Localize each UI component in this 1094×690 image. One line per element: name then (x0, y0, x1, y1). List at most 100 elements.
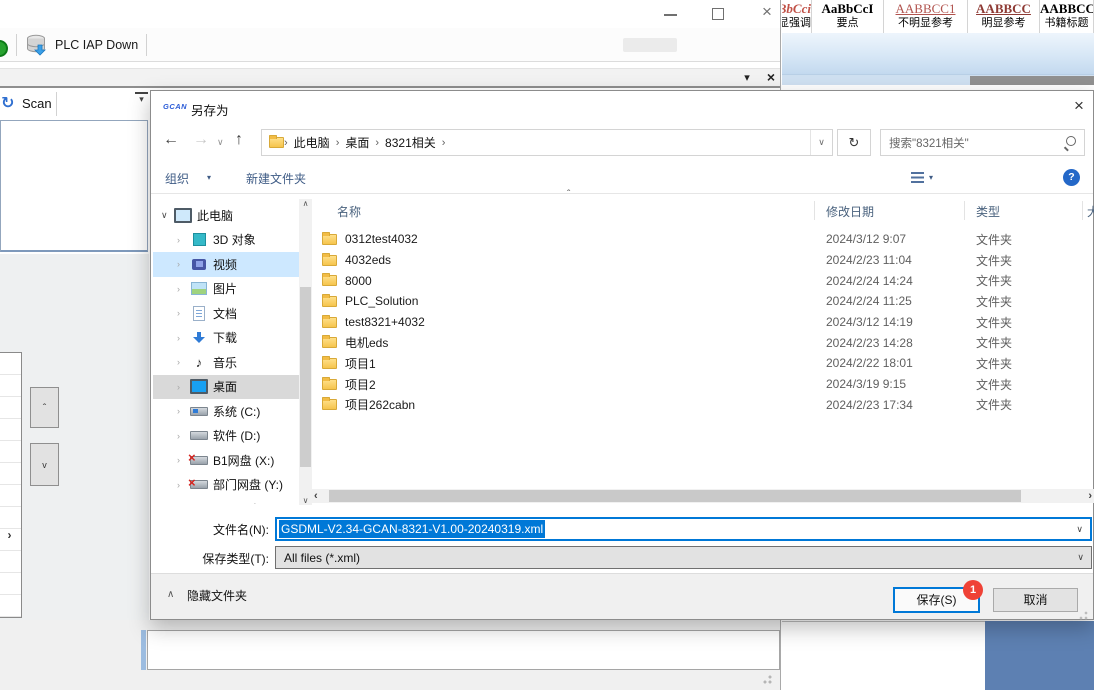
style-gallery-item[interactable]: AABBCC1不明显参考 (884, 0, 968, 33)
resize-grip[interactable] (762, 672, 776, 684)
breadcrumb[interactable]: ›此电脑›桌面›8321相关›∨ (261, 129, 833, 156)
style-gallery-item[interactable]: AaBbCcI要点 (812, 0, 884, 33)
close-icon[interactable]: × (757, 1, 777, 23)
tree-item[interactable]: ›软件 (D:) (153, 424, 299, 449)
panel-dropdown-icon[interactable] (740, 70, 754, 84)
tree-item[interactable]: ›公司网盘 (Z:) (153, 497, 299, 504)
column-separator[interactable] (814, 201, 815, 220)
plc-iap-down-label: PLC IAP Down (55, 38, 138, 52)
toolbar-overflow-icon[interactable] (135, 92, 148, 108)
refresh-icon[interactable]: ↻ (837, 129, 871, 156)
scroll-right-icon[interactable]: › (1088, 490, 1092, 502)
partial-data-table[interactable] (0, 352, 22, 618)
column-separator[interactable] (1082, 201, 1083, 220)
file-row[interactable]: 项目262cabn2024/2/23 17:34文件夹 (312, 395, 1094, 416)
view-options-button[interactable]: ▾ (911, 172, 933, 183)
file-row[interactable]: 4032eds2024/2/23 11:04文件夹 (312, 250, 1094, 271)
tree-chevron-icon[interactable]: › (177, 259, 190, 269)
tree-chevron-icon[interactable]: › (177, 431, 190, 441)
minimize-icon[interactable] (664, 14, 677, 16)
dialog-close-icon[interactable]: × (1067, 94, 1091, 118)
new-folder-button[interactable]: 新建文件夹 (246, 170, 306, 187)
file-row[interactable]: PLC_Solution2024/2/24 11:25文件夹 (312, 291, 1094, 312)
file-row[interactable]: 电机eds2024/2/23 14:28文件夹 (312, 332, 1094, 353)
device-list-box[interactable] (0, 120, 148, 252)
file-row[interactable]: 项目22024/3/19 9:15文件夹 (312, 374, 1094, 395)
chevron-down-icon[interactable]: ∨ (1076, 524, 1090, 535)
tree-chevron-icon[interactable]: › (177, 357, 190, 367)
word-ribbon-scrollbar[interactable] (782, 74, 1094, 85)
breadcrumb-dropdown-icon[interactable]: ∨ (810, 130, 832, 155)
filename-input[interactable]: GSDML-V2.34-GCAN-8321-V1.00-20240319.xml… (275, 517, 1092, 541)
log-text-area[interactable] (147, 630, 780, 670)
search-placeholder: 搜索"8321相关" (889, 135, 1063, 151)
dock-panel-header (0, 68, 780, 88)
organize-button[interactable]: 组织 (165, 170, 189, 187)
file-name: 项目262cabn (345, 396, 415, 413)
plc-iap-down-button[interactable]: PLC IAP Down (22, 31, 144, 59)
scroll-up-icon[interactable]: ∧ (299, 199, 312, 208)
scrollbar-thumb[interactable] (970, 76, 1094, 85)
tree-chevron-icon[interactable]: ∨ (161, 210, 174, 221)
hide-folders-button[interactable]: 隐藏文件夹 (187, 587, 247, 604)
tree-chevron-icon[interactable]: › (177, 284, 190, 294)
scroll-down-icon[interactable]: ∨ (299, 496, 312, 505)
scrollbar-thumb[interactable] (300, 287, 311, 467)
organize-dropdown-icon[interactable]: ▾ (207, 173, 211, 182)
file-row[interactable]: test8321+40322024/3/12 14:19文件夹 (312, 312, 1094, 333)
file-row[interactable]: 0312test40322024/3/12 9:07文件夹 (312, 229, 1094, 250)
tree-chevron-icon[interactable]: › (177, 308, 190, 318)
back-icon[interactable]: ← (163, 131, 179, 149)
collapse-chevron-icon[interactable]: ∧ (167, 589, 174, 600)
column-header-date[interactable]: 修改日期 (826, 203, 874, 220)
breadcrumb-item[interactable]: 此电脑 (288, 134, 336, 151)
tree-item[interactable]: ›图片 (153, 277, 299, 302)
filetype-select[interactable]: All files (*.xml) ∨ (275, 546, 1092, 569)
tree-chevron-icon[interactable]: › (177, 382, 190, 392)
panel-close-icon[interactable] (764, 69, 778, 85)
file-date: 2024/2/23 11:04 (826, 253, 912, 267)
column-separator[interactable] (964, 201, 965, 220)
search-input[interactable]: 搜索"8321相关" (880, 129, 1085, 156)
tree-chevron-icon[interactable]: › (177, 235, 190, 245)
tree-scrollbar[interactable]: ∧ ∨ (299, 199, 312, 505)
tree-item[interactable]: ›部门网盘 (Y:) (153, 473, 299, 498)
tree-item[interactable]: ›下载 (153, 326, 299, 351)
style-gallery-item[interactable]: AABBCC书籍标题 (1040, 0, 1094, 33)
maximize-icon[interactable] (712, 8, 724, 20)
spin-up-button[interactable]: ˆ (30, 387, 59, 428)
help-button[interactable]: ? (1063, 169, 1080, 186)
file-list-hscrollbar[interactable]: ‹ › (312, 489, 1094, 503)
word-document-page (782, 621, 985, 690)
chevron-down-icon[interactable]: ∨ (1077, 552, 1091, 563)
spin-down-button[interactable]: v (30, 443, 59, 486)
scrollbar-thumb[interactable] (329, 490, 1021, 502)
search-icon[interactable] (1063, 136, 1076, 149)
scroll-left-icon[interactable]: ‹ (314, 490, 318, 502)
tree-item[interactable]: ›B1网盘 (X:) (153, 448, 299, 473)
style-gallery-item[interactable]: AaBbCci明显强调 (782, 0, 812, 33)
column-header-type[interactable]: 类型 (976, 203, 1000, 220)
breadcrumb-item[interactable]: 桌面 (339, 134, 375, 151)
tree-item[interactable]: ›桌面 (153, 375, 299, 400)
tree-item[interactable]: ›系统 (C:) (153, 399, 299, 424)
tree-item[interactable]: ›音乐 (153, 350, 299, 375)
column-header-size[interactable]: 大小 (1087, 203, 1094, 220)
tree-item[interactable]: ∨此电脑 (153, 203, 299, 228)
resize-grip[interactable] (1079, 610, 1091, 620)
tree-chevron-icon[interactable]: › (177, 333, 190, 343)
table-scroll-right-icon[interactable]: › (2, 528, 17, 544)
up-icon[interactable]: ↑ (235, 131, 243, 149)
tree-chevron-icon[interactable]: › (177, 406, 190, 416)
cancel-button[interactable]: 取消 (993, 588, 1078, 612)
column-header-name[interactable]: 名称 (337, 203, 361, 220)
tree-item[interactable]: ›视频 (153, 252, 299, 277)
tree-item[interactable]: ›3D 对象 (153, 228, 299, 253)
history-dropdown-icon[interactable]: ∨ (217, 137, 224, 148)
scan-button[interactable]: Scan (22, 96, 52, 111)
tree-item[interactable]: ›文档 (153, 301, 299, 326)
style-gallery-item[interactable]: AABBCC明显参考 (968, 0, 1040, 33)
file-row[interactable]: 80002024/2/24 14:24文件夹 (312, 270, 1094, 291)
file-row[interactable]: 项目12024/2/22 18:01文件夹 (312, 353, 1094, 374)
breadcrumb-item[interactable]: 8321相关 (379, 134, 442, 151)
